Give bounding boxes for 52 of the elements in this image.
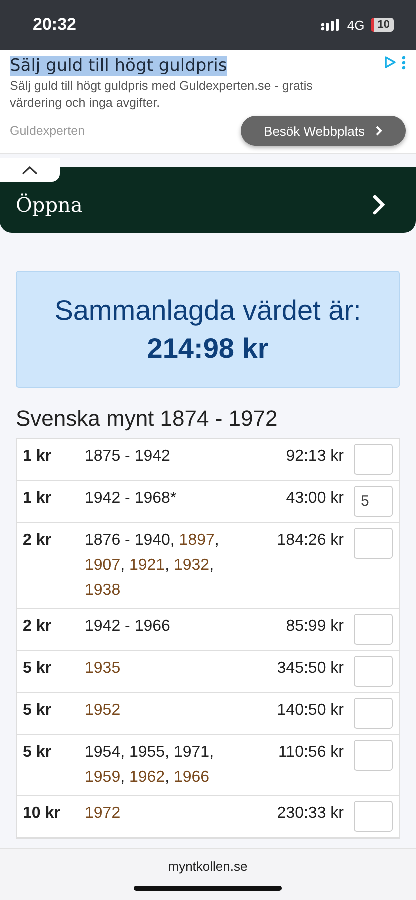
denomination-cell-text: 2 kr	[23, 531, 52, 551]
denomination-cell-text: 1 kr	[23, 447, 52, 467]
value-cell-text: 85:99 kr	[285, 617, 345, 637]
domain-label[interactable]: myntkollen.se	[168, 859, 248, 874]
years-cell-text: 1972	[85, 804, 122, 824]
denomination-cell-text: 5 kr	[23, 659, 52, 679]
ad-description: Sälj guld till högt guldpris med Guldexperten.se - gratis värdering och inga avgifter.	[10, 78, 314, 112]
years-cell-text: 1942 - 1968*	[85, 489, 178, 509]
value-cell-text: 140:50 kr	[276, 701, 345, 721]
value-cell-text: 230:33 kr	[276, 804, 345, 824]
battery-indicator: 10	[370, 18, 394, 32]
quantity-field[interactable]	[354, 528, 393, 559]
years-cell-text: 1935	[85, 659, 122, 679]
denomination-cell-text: 10 kr	[23, 804, 62, 824]
denomination-cell-text: 5 kr	[23, 701, 52, 721]
denomination-cell-text: 1 kr	[23, 489, 52, 509]
years-cell-text: 1952	[85, 701, 122, 721]
years-cell-text: 1954, 1955, 1971, 1959, 1962, 1966	[85, 743, 216, 788]
value-cell-text: 184:26 kr	[276, 531, 345, 551]
visit-website-button[interactable]: Besök Webbplats	[241, 116, 406, 146]
value-cell-text: 345:50 kr	[276, 659, 345, 679]
open-label: Öppna	[16, 193, 83, 217]
advertiser-name: Guldexperten	[10, 124, 86, 138]
quantity-field[interactable]: 5	[354, 486, 393, 517]
quantity-field[interactable]	[354, 614, 393, 645]
more-icon[interactable]	[402, 56, 406, 70]
years-cell-text: 1875 - 1942	[85, 447, 172, 467]
denomination-cell-text: 2 kr	[23, 617, 52, 637]
years-cell-text: 1942 - 1966	[85, 617, 172, 637]
ad-title[interactable]: Sälj guld till högt guldpris	[10, 56, 228, 76]
quantity-field[interactable]	[354, 444, 393, 475]
clock-time: 20:32	[33, 15, 76, 35]
quantity-field[interactable]	[354, 740, 393, 771]
play-icon[interactable]	[384, 56, 397, 69]
signal-icon	[321, 19, 342, 31]
section-title: Svenska mynt 1874 - 1972	[16, 406, 279, 432]
denomination-cell-text: 5 kr	[23, 743, 52, 763]
years-cell-text: 1876 - 1940, 1897, 1907, 1921, 1932, 1938	[85, 531, 220, 601]
quantity-field[interactable]	[354, 656, 393, 687]
network-label: 4G	[347, 18, 365, 32]
chevron-right-icon	[372, 194, 386, 216]
value-cell-text: 92:13 kr	[285, 447, 345, 467]
value-cell-text: 43:00 kr	[285, 489, 345, 509]
quantity-field[interactable]	[354, 801, 393, 832]
quantity-field[interactable]	[354, 698, 393, 729]
collapse-tab[interactable]	[0, 158, 60, 182]
open-bar[interactable]: Öppna	[0, 167, 416, 233]
value-cell-text: 110:56 kr	[277, 743, 345, 763]
chevron-right-icon	[374, 125, 383, 137]
caret-up-icon	[22, 166, 38, 174]
total-value: 214:98 kr	[147, 332, 269, 364]
total-label: Sammanlagda värdet är:	[54, 294, 362, 326]
